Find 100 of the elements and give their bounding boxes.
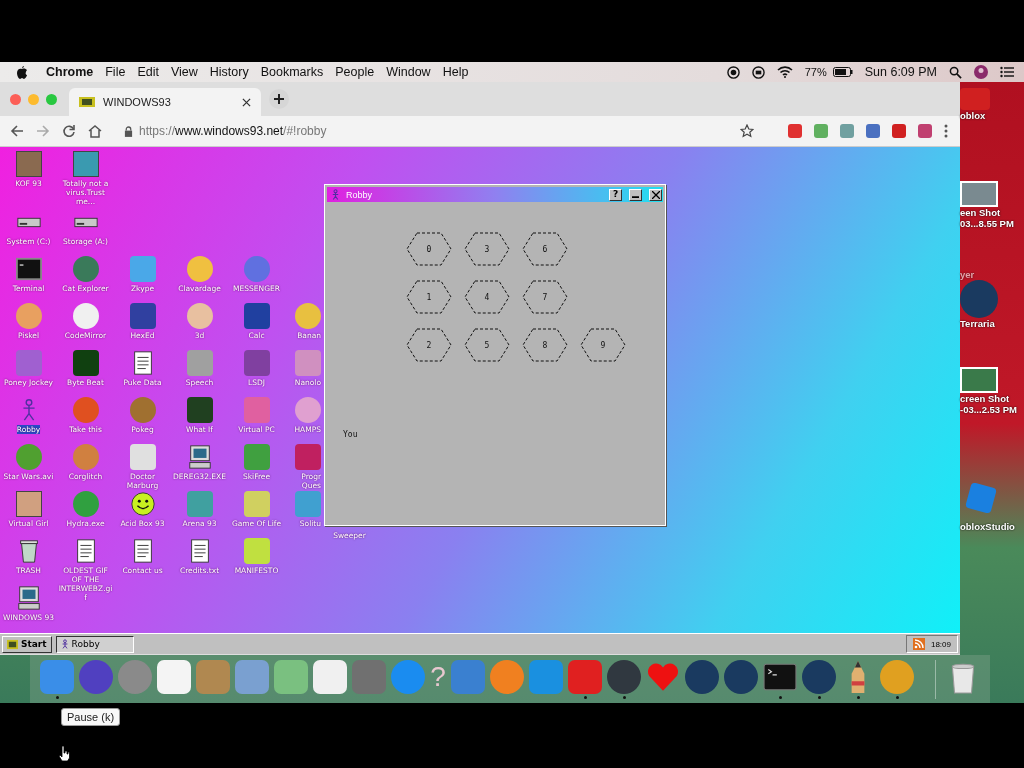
round-app-icon[interactable] [72,303,99,329]
browser-tab[interactable]: WINDOWS93 [69,88,261,116]
zoom-window-button[interactable] [46,93,57,105]
search-icon[interactable] [949,65,962,79]
app-icon[interactable] [186,350,213,376]
file-label[interactable]: obloxStudio [960,521,1015,532]
round-app-icon[interactable] [186,256,213,282]
hexagon-tile[interactable]: 0 [405,232,453,266]
file-label[interactable]: 03...8.55 PM [960,218,1014,229]
more-menu-icon[interactable] [944,124,948,138]
round-app-icon[interactable] [295,397,321,423]
question-mark-icon[interactable]: ? [430,659,446,694]
battery-icon[interactable] [832,67,853,77]
extension-icon[interactable] [814,124,828,138]
app-icon[interactable] [129,303,156,329]
wifi-icon[interactable] [776,66,793,78]
app-icon[interactable] [129,444,156,470]
photo-placeholder[interactable] [15,151,42,177]
user-avatar-icon[interactable] [974,65,988,79]
menu-bar-clock[interactable]: Sun 6:09 PM [864,65,937,79]
round-app-icon[interactable] [15,303,42,329]
app-icon[interactable] [243,491,270,517]
rss-icon[interactable] [912,638,925,650]
menu-item[interactable]: History [209,65,249,79]
menu-item[interactable]: Window [386,65,431,79]
app-icon[interactable] [274,659,308,694]
file-label[interactable]: een Shot [960,207,1001,218]
round-app-icon[interactable] [880,659,914,694]
apple-logo-icon[interactable] [16,65,28,79]
round-app-icon[interactable] [802,659,836,694]
hexagon-tile[interactable]: 8 [521,328,569,362]
hexagon-tile[interactable]: 6 [521,232,569,266]
photo-placeholder[interactable] [15,491,42,517]
hexagon-tile[interactable]: 5 [463,328,511,362]
hexagon-tile[interactable]: 3 [463,232,511,266]
file-label[interactable]: Terraria [960,318,995,329]
back-icon[interactable] [10,124,24,138]
round-app-icon[interactable] [607,659,641,694]
round-app-icon[interactable] [960,280,998,318]
hexagon-tile[interactable]: 7 [521,280,569,314]
close-tab-icon[interactable] [242,97,251,107]
file-label[interactable]: oblox [960,110,986,121]
computer-icon[interactable] [15,585,42,611]
minimize-button[interactable] [629,188,642,201]
battery-percent: 77% [804,66,827,78]
file-label[interactable]: yer [960,269,975,280]
app-icon[interactable] [72,350,99,376]
menu-item[interactable]: Edit [137,65,159,79]
app-icon[interactable] [243,303,270,329]
extension-icon[interactable] [918,124,932,138]
forward-icon[interactable] [36,124,50,138]
hexagon-tile[interactable]: 9 [579,328,627,362]
file-label[interactable]: creen Shot [960,393,1010,404]
hexagon-tile[interactable]: 1 [405,280,453,314]
app-icon[interactable] [243,350,270,376]
round-app-icon[interactable] [724,659,758,694]
smiley-icon[interactable] [129,491,156,517]
app-icon[interactable] [186,397,213,423]
menu-item[interactable]: People [335,65,375,79]
file-label[interactable]: -03...2.53 PM [960,404,1018,415]
start-button[interactable]: Start [2,635,52,653]
taskbar-task[interactable]: Robby [55,635,134,653]
record-icon[interactable] [726,65,740,79]
menu-item[interactable]: File [105,65,126,79]
close-window-button[interactable] [10,93,21,105]
hexagon-tile[interactable]: 2 [405,328,453,362]
computer-icon[interactable] [186,444,213,470]
menu-item[interactable]: Help [442,65,469,79]
app-menu[interactable]: Chrome [46,65,94,79]
photo-placeholder[interactable] [72,151,99,177]
extension-icon[interactable] [866,124,880,138]
app-icon[interactable] [243,538,270,564]
round-app-icon[interactable] [186,303,213,329]
reload-icon[interactable] [62,124,76,138]
app-icon[interactable] [313,659,347,694]
start-logo-icon [7,638,18,650]
list-icon[interactable] [1000,66,1014,78]
extension-icon[interactable] [840,124,854,138]
help-button[interactable]: ? [609,188,622,201]
close-button[interactable] [649,188,662,201]
app-icon[interactable] [965,482,997,514]
app-icon[interactable] [129,256,156,282]
menu-item[interactable]: Bookmarks [260,65,324,79]
round-app-icon[interactable] [79,659,113,694]
home-icon[interactable] [88,124,102,138]
minimize-window-button[interactable] [28,93,39,105]
round-app-icon[interactable] [490,659,524,694]
app-icon[interactable] [235,659,269,694]
round-app-icon[interactable] [685,659,719,694]
terminal-icon[interactable] [15,256,42,282]
bookmark-star-icon[interactable] [740,124,754,138]
status-icon[interactable] [751,65,765,79]
extension-icon[interactable] [788,124,802,138]
menu-item[interactable]: View [170,65,198,79]
round-app-icon[interactable] [295,303,321,329]
new-tab-icon[interactable] [269,89,289,109]
hexagon-tile[interactable]: 4 [463,280,511,314]
app-icon[interactable] [157,659,191,694]
extension-icon[interactable] [892,124,906,138]
round-app-icon[interactable] [72,256,99,282]
